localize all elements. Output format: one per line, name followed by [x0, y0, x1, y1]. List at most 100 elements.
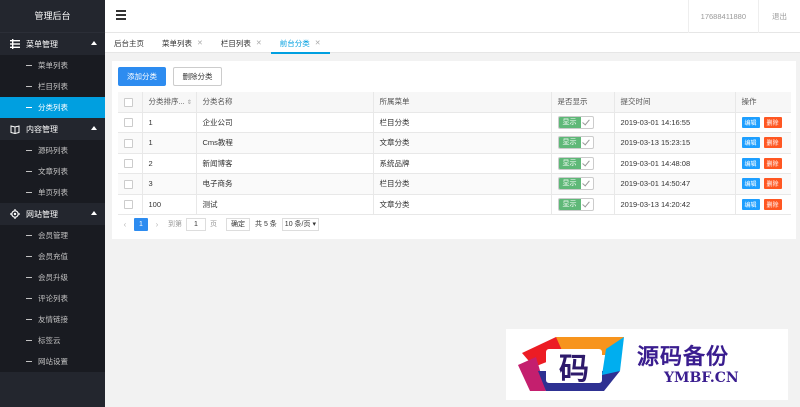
close-icon[interactable]: ✕ [315, 34, 321, 53]
page-size-select[interactable]: 10 条/页 ▾ [281, 217, 319, 231]
sidebar-item-friend-links[interactable]: 友情链接 [0, 309, 105, 330]
sidebar-item-page-list[interactable]: 单页列表 [0, 182, 105, 203]
close-icon[interactable]: ✕ [197, 34, 203, 53]
cell-menu: 栏目分类 [373, 112, 552, 133]
nav-group-label: 菜单管理 [26, 39, 58, 49]
user-phone[interactable]: 17688411880 [687, 0, 758, 33]
goto-page-input[interactable]: 1 [186, 217, 206, 231]
table-row: 2 新闻博客 系统品牌 显示 2019-03-01 14:48:08 编辑 删除 [118, 153, 791, 174]
edit-button[interactable]: 编辑 [741, 116, 760, 128]
tab-home[interactable]: 后台主页 [105, 33, 153, 53]
tab-menu-list[interactable]: 菜单列表 ✕ [153, 33, 212, 53]
show-toggle[interactable]: 显示 [557, 177, 594, 191]
book-icon [10, 125, 20, 134]
add-category-button[interactable]: 添加分类 [118, 67, 166, 86]
goto-confirm-button[interactable]: 确定 [226, 217, 250, 231]
toggle-label: 显示 [558, 198, 581, 210]
cell-order: 100 [142, 194, 197, 215]
watermark-logo-icon: 码 [518, 337, 624, 391]
edit-button[interactable]: 编辑 [741, 178, 760, 190]
cell-order: 3 [142, 173, 197, 195]
top-header: 17688411880 退出 [105, 0, 800, 33]
delete-button[interactable]: 删除 [763, 178, 782, 190]
cell-name: 测试 [196, 194, 374, 215]
main-panel: 添加分类 删除分类 分类排序... ⇕ 分类名称 所属菜单 是否显示 提交时间 操… [112, 61, 796, 239]
page-tabs: 后台主页 菜单列表 ✕ 栏目列表 ✕ 前台分类 ✕ [105, 33, 800, 54]
sidebar-item-column-list[interactable]: 栏目列表 [0, 76, 105, 97]
cell-time: 2019-03-01 14:16:55 [614, 112, 736, 133]
hamburger-menu-icon[interactable] [116, 10, 126, 20]
nav-group-content: 内容管理 源码列表 文章列表 单页列表 [0, 118, 105, 203]
show-toggle[interactable]: 显示 [557, 115, 594, 129]
tab-front-category[interactable]: 前台分类 ✕ [270, 33, 330, 54]
sidebar-item-label: 友情链接 [38, 315, 68, 324]
sidebar-item-tag-cloud[interactable]: 标签云 [0, 330, 105, 351]
sidebar-item-comment-list[interactable]: 评论列表 [0, 288, 105, 309]
caret-up-icon [91, 126, 97, 130]
nav-group-content-header[interactable]: 内容管理 [0, 118, 105, 140]
show-toggle[interactable]: 显示 [557, 136, 594, 150]
cell-menu: 系统品牌 [373, 153, 552, 174]
sidebar-item-member-upgrade[interactable]: 会员升级 [0, 267, 105, 288]
sidebar-item-article-list[interactable]: 文章列表 [0, 161, 105, 182]
delete-category-button[interactable]: 删除分类 [173, 67, 222, 86]
watermark-en-text: YMBF.CN [664, 370, 739, 386]
tab-label: 栏目列表 [220, 38, 251, 48]
sidebar-title: 管理后台 [0, 0, 105, 33]
sidebar-item-source-list[interactable]: 源码列表 [0, 140, 105, 161]
next-page-button[interactable]: › [150, 220, 164, 229]
check-icon [581, 199, 593, 210]
delete-button[interactable]: 删除 [763, 198, 782, 210]
edit-button[interactable]: 编辑 [741, 157, 760, 169]
row-checkbox[interactable] [124, 159, 133, 168]
sidebar-item-label: 网站设置 [38, 357, 68, 366]
delete-button[interactable]: 删除 [763, 116, 782, 128]
sidebar-item-menu-list[interactable]: 菜单列表 [0, 55, 105, 76]
column-header-name: 分类名称 [196, 92, 374, 113]
delete-button[interactable]: 删除 [763, 157, 782, 169]
toggle-label: 显示 [558, 116, 581, 128]
current-page[interactable]: 1 [134, 217, 148, 231]
toggle-label: 显示 [558, 157, 581, 169]
select-all-checkbox[interactable] [124, 97, 133, 107]
row-checkbox[interactable] [124, 138, 133, 148]
cell-menu: 文章分类 [373, 194, 552, 215]
sidebar-item-label: 分类列表 [38, 103, 68, 112]
prev-page-button[interactable]: ‹ [118, 220, 132, 229]
sidebar-item-label: 文章列表 [38, 167, 68, 176]
check-icon [581, 158, 593, 169]
delete-button[interactable]: 删除 [763, 137, 782, 149]
sidebar-item-label: 栏目列表 [38, 82, 68, 91]
gear-icon [10, 209, 20, 219]
category-table: 分类排序... ⇕ 分类名称 所属菜单 是否显示 提交时间 操作 1 企业公司 栏… [118, 92, 791, 215]
nav-group-label: 网站管理 [26, 209, 58, 219]
edit-button[interactable]: 编辑 [741, 198, 760, 210]
sidebar-item-member-manage[interactable]: 会员管理 [0, 225, 105, 246]
watermark-badge: 码 源码备份 YMBF.CN [506, 329, 788, 400]
nav-group-menu-header[interactable]: 菜单管理 [0, 33, 105, 55]
nav-group-site-header[interactable]: 网站管理 [0, 203, 105, 225]
tab-column-list[interactable]: 栏目列表 ✕ [212, 33, 271, 53]
cell-name: 电子商务 [196, 173, 374, 195]
close-icon[interactable]: ✕ [256, 34, 262, 53]
page-size-value: 10 条/页 [284, 220, 311, 228]
show-toggle[interactable]: 显示 [557, 156, 594, 170]
edit-button[interactable]: 编辑 [741, 137, 760, 149]
sort-icon[interactable]: ⇕ [187, 99, 192, 106]
sidebar-item-site-settings[interactable]: 网站设置 [0, 351, 105, 372]
nav-group-site: 网站管理 会员管理 会员充值 会员升级 评论列表 友情链接 标签云 网站设置 [0, 203, 105, 372]
tab-label: 后台主页 [114, 38, 144, 48]
pagination: ‹ 1 › 到第 1 页 确定 共 5 条 10 条/页 ▾ [118, 217, 319, 231]
row-checkbox[interactable] [124, 118, 133, 127]
caret-up-icon [91, 211, 97, 215]
cell-time: 2019-03-13 15:23:15 [614, 132, 736, 154]
cell-time: 2019-03-13 14:20:42 [614, 194, 736, 215]
sidebar-item-member-recharge[interactable]: 会员充值 [0, 246, 105, 267]
column-header-order[interactable]: 分类排序... ⇕ [142, 92, 197, 113]
logout-link[interactable]: 退出 [758, 0, 800, 33]
row-checkbox[interactable] [124, 179, 133, 189]
chevron-down-icon: ▾ [312, 220, 316, 228]
row-checkbox[interactable] [124, 200, 133, 209]
sidebar-item-category-list[interactable]: 分类列表 [0, 97, 105, 118]
show-toggle[interactable]: 显示 [557, 197, 594, 211]
